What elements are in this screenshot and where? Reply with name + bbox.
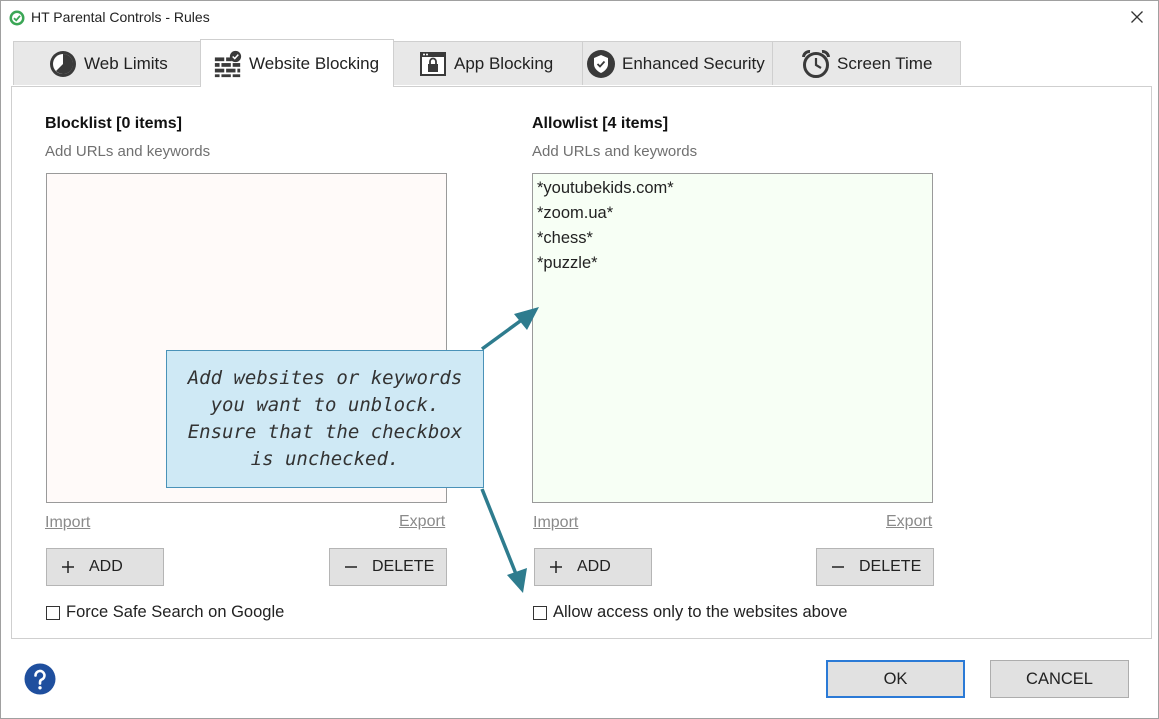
- checkbox-label: Allow access only to the websites above: [553, 603, 848, 621]
- app-logo-icon: [9, 10, 25, 26]
- tab-label: Enhanced Security: [622, 53, 765, 73]
- tab-website-blocking[interactable]: Website Blocking: [200, 39, 394, 87]
- allowlist-export-link[interactable]: Export: [886, 513, 932, 531]
- title-bar: HT Parental Controls - Rules: [1, 1, 1158, 33]
- list-item[interactable]: *chess*: [533, 226, 932, 251]
- allowlist-textarea[interactable]: *youtubekids.com* *zoom.ua* *chess* *puzzle…: [532, 173, 933, 503]
- force-safe-search-checkbox[interactable]: [46, 605, 60, 620]
- plus-icon: [61, 560, 75, 574]
- blocklist-export-link[interactable]: Export: [399, 513, 445, 531]
- blocklist-delete-button[interactable]: DELETE: [329, 548, 447, 586]
- allowlist-delete-button[interactable]: DELETE: [816, 548, 934, 586]
- tab-label: Screen Time: [837, 53, 933, 73]
- callout-text: Add websites or keywords you want to unb…: [187, 367, 463, 470]
- button-label: DELETE: [859, 558, 922, 575]
- cancel-button[interactable]: CANCEL: [990, 660, 1129, 698]
- tab-label: Website Blocking: [249, 53, 380, 73]
- blocklist-title: Blocklist [0 items]: [45, 115, 182, 132]
- checkbox-label: Force Safe Search on Google: [66, 603, 285, 621]
- blocklist-add-button[interactable]: ADD: [46, 548, 164, 586]
- list-item[interactable]: *zoom.ua*: [533, 201, 932, 226]
- force-safe-search-row[interactable]: Force Safe Search on Google: [46, 603, 284, 622]
- alarm-clock-icon: [801, 49, 831, 79]
- minus-icon: [831, 560, 845, 574]
- tab-bar: Web Limits Website Blocking App Blocking…: [11, 39, 971, 87]
- tab-web-limits[interactable]: Web Limits: [13, 41, 201, 85]
- allowlist-import-link[interactable]: Import: [533, 514, 578, 532]
- shield-check-icon: [586, 49, 616, 79]
- plus-icon: [549, 560, 563, 574]
- button-label: ADD: [89, 558, 123, 575]
- window-lock-icon: [418, 49, 448, 79]
- blocklist-import-link[interactable]: Import: [45, 514, 90, 532]
- close-button[interactable]: [1125, 5, 1149, 29]
- help-button[interactable]: [24, 663, 56, 695]
- tab-label: App Blocking: [454, 53, 554, 73]
- tab-enhanced-security[interactable]: Enhanced Security: [582, 41, 773, 85]
- blocklist-subtitle: Add URLs and keywords: [45, 143, 211, 160]
- firewall-check-icon: [213, 49, 243, 79]
- close-icon[interactable]: [1125, 5, 1149, 29]
- list-item[interactable]: *puzzle*: [533, 251, 932, 276]
- button-label: ADD: [577, 558, 611, 575]
- list-item[interactable]: *youtubekids.com*: [533, 176, 932, 201]
- window-title: HT Parental Controls - Rules: [31, 9, 210, 25]
- button-label: DELETE: [372, 558, 435, 575]
- pie-clock-icon: [48, 49, 78, 79]
- tab-app-blocking[interactable]: App Blocking: [393, 41, 583, 85]
- instruction-callout: Add websites or keywords you want to unb…: [166, 350, 484, 488]
- question-mark-icon[interactable]: [24, 663, 56, 695]
- allowlist-title: Allowlist [4 items]: [532, 115, 669, 132]
- minus-icon: [344, 560, 358, 574]
- rules-dialog: HT Parental Controls - Rules Web Limits: [0, 0, 1159, 719]
- allow-only-listed-checkbox[interactable]: [533, 605, 547, 620]
- ok-button[interactable]: OK: [826, 660, 965, 698]
- allowlist-subtitle: Add URLs and keywords: [532, 143, 698, 160]
- tab-screen-time[interactable]: Screen Time: [772, 41, 961, 85]
- tab-label: Web Limits: [84, 53, 168, 73]
- allowlist-add-button[interactable]: ADD: [534, 548, 652, 586]
- allow-only-listed-row[interactable]: Allow access only to the websites above: [533, 603, 847, 622]
